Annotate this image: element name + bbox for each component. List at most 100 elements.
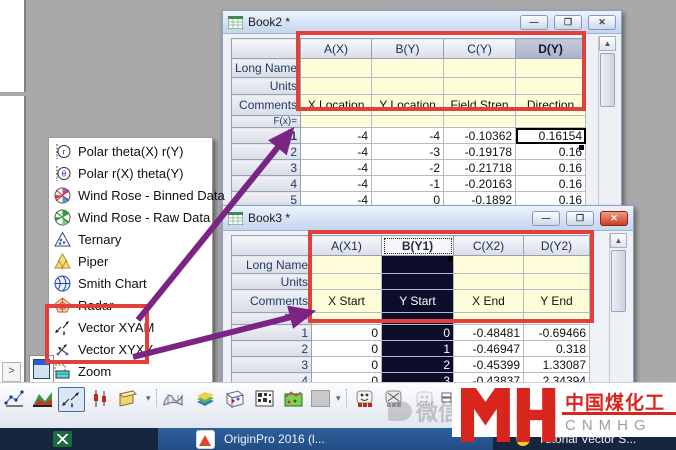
cell[interactable]: X Start (312, 290, 382, 313)
row-number[interactable]: 1 (232, 325, 312, 341)
cell[interactable]: 0.16 (516, 144, 586, 160)
cell[interactable]: 0 (312, 325, 382, 341)
book2-vertical-scrollbar[interactable]: ▲ (598, 36, 616, 206)
cell[interactable] (524, 274, 590, 290)
cell[interactable]: -4 (301, 176, 372, 192)
cell[interactable]: -0.69466 (524, 325, 590, 341)
cell[interactable]: -0.45399 (454, 357, 524, 373)
cell[interactable] (524, 256, 590, 274)
book3-minimize-button[interactable]: — (532, 211, 560, 226)
panel-expand-button[interactable]: > (2, 362, 21, 382)
excel-taskbar-icon[interactable] (53, 431, 72, 447)
menu-item-smith[interactable]: Smith Chart (49, 272, 212, 294)
row-number[interactable]: 3 (232, 357, 312, 373)
cell[interactable] (301, 116, 372, 128)
cell[interactable] (444, 78, 516, 95)
image-plot-icon[interactable] (281, 387, 306, 410)
cell[interactable] (372, 116, 444, 128)
cell[interactable]: -4 (372, 128, 444, 144)
scroll-thumb[interactable] (600, 53, 615, 107)
menu-item-windrose-binned[interactable]: Wind Rose - Binned Data (49, 184, 212, 206)
mask-red-icon[interactable] (352, 387, 377, 410)
cell[interactable] (312, 256, 382, 274)
selection-handle[interactable] (448, 256, 453, 261)
row-number[interactable]: 2 (232, 341, 312, 357)
book3-vertical-scrollbar[interactable]: ▲ (609, 233, 627, 382)
cell[interactable]: 0.16 (516, 176, 586, 192)
menu-item-piper[interactable]: Piper (49, 250, 212, 272)
cell[interactable] (524, 313, 590, 325)
matrix-icon[interactable] (252, 387, 277, 410)
dropdown-arrow-icon[interactable]: ▾ (336, 393, 341, 404)
menu-item-vector-xyam[interactable]: Vector XYAM (49, 316, 212, 338)
column-header[interactable]: B(Y) (372, 39, 444, 59)
cell[interactable]: 0.16 (516, 160, 586, 176)
cell[interactable]: X End (454, 290, 524, 313)
book3-close-button[interactable]: ✕ (600, 211, 628, 226)
menu-item-vector-xyxy[interactable]: Vector XYXY (49, 338, 212, 360)
cell[interactable]: -1 (372, 176, 444, 192)
cell-selected[interactable]: 1 (382, 341, 454, 357)
column-header[interactable]: A(X1) (312, 236, 382, 256)
cell[interactable]: -3 (372, 144, 444, 160)
cell[interactable]: -0.19178 (444, 144, 516, 160)
cell[interactable]: -4 (301, 144, 372, 160)
cell[interactable] (516, 116, 586, 128)
cell[interactable] (454, 256, 524, 274)
menu-item-windrose-raw[interactable]: Wind Rose - Raw Data (49, 206, 212, 228)
menu-item-polar-r-theta[interactable]: θ Polar r(X) theta(Y) (49, 162, 212, 184)
row-number[interactable]: 1 (232, 128, 301, 144)
column-header[interactable]: A(X) (301, 39, 372, 59)
cell[interactable] (312, 274, 382, 290)
cell[interactable]: -2 (372, 160, 444, 176)
cell[interactable]: Direction (516, 95, 586, 116)
cell[interactable]: Y Location (372, 95, 444, 116)
cell[interactable]: -4 (301, 160, 372, 176)
cell[interactable] (444, 59, 516, 78)
cell[interactable]: 0.318 (524, 341, 590, 357)
menu-item-polar-theta-r[interactable]: r Polar theta(X) r(Y) (49, 140, 212, 162)
cell-selected[interactable] (382, 256, 454, 274)
cell[interactable]: 1.33087 (524, 357, 590, 373)
cell-selected[interactable]: Y Start (382, 290, 454, 313)
stock-chart-icon[interactable] (88, 387, 113, 410)
cell[interactable]: -0.10362 (444, 128, 516, 144)
column-header[interactable]: D(Y2) (524, 236, 590, 256)
book2-minimize-button[interactable]: — (520, 15, 548, 30)
cell-selected[interactable]: 2 (382, 357, 454, 373)
3d-window-icon[interactable] (115, 387, 140, 410)
cell-selected[interactable] (382, 274, 454, 290)
cell[interactable]: Y End (524, 290, 590, 313)
book2-titlebar[interactable]: Book2 * — ❐ ✕ (223, 11, 621, 34)
column-header[interactable]: C(Y) (444, 39, 516, 59)
area-chart-icon[interactable] (30, 387, 55, 410)
menu-item-zoom[interactable]: Zoom (49, 360, 212, 382)
origin-taskbar-label[interactable]: OriginPro 2016 (l... (224, 432, 325, 446)
menu-item-radar[interactable]: Radar (49, 294, 212, 316)
3d-scatter-icon[interactable] (222, 387, 247, 410)
cell[interactable]: X Location (301, 95, 372, 116)
2d-scatter-line-icon[interactable] (2, 387, 27, 410)
scroll-thumb[interactable] (611, 250, 626, 312)
row-number[interactable]: 4 (232, 176, 301, 192)
cell[interactable] (301, 78, 372, 95)
row-number[interactable]: 3 (232, 160, 301, 176)
column-header[interactable]: C(X2) (454, 236, 524, 256)
cell[interactable]: -4 (301, 128, 372, 144)
cell-selected[interactable] (382, 313, 454, 325)
cell[interactable]: -0.21718 (444, 160, 516, 176)
cell-selected[interactable]: 0 (382, 325, 454, 341)
scroll-up-arrow[interactable]: ▲ (610, 233, 627, 248)
cell[interactable] (301, 59, 372, 78)
vector-plot-icon[interactable] (58, 387, 85, 412)
book2-close-button[interactable]: ✕ (588, 15, 616, 30)
cell[interactable]: Field Stren (444, 95, 516, 116)
book3-titlebar[interactable]: Book3 * — ❐ ✕ (223, 206, 633, 231)
cell[interactable] (372, 78, 444, 95)
cell[interactable] (372, 59, 444, 78)
cell[interactable]: 0 (312, 357, 382, 373)
column-header-selected[interactable]: D(Y) (516, 39, 586, 59)
cell[interactable]: -0.20163 (444, 176, 516, 192)
active-cell[interactable]: 0.16154 (516, 128, 586, 144)
cell[interactable] (444, 116, 516, 128)
